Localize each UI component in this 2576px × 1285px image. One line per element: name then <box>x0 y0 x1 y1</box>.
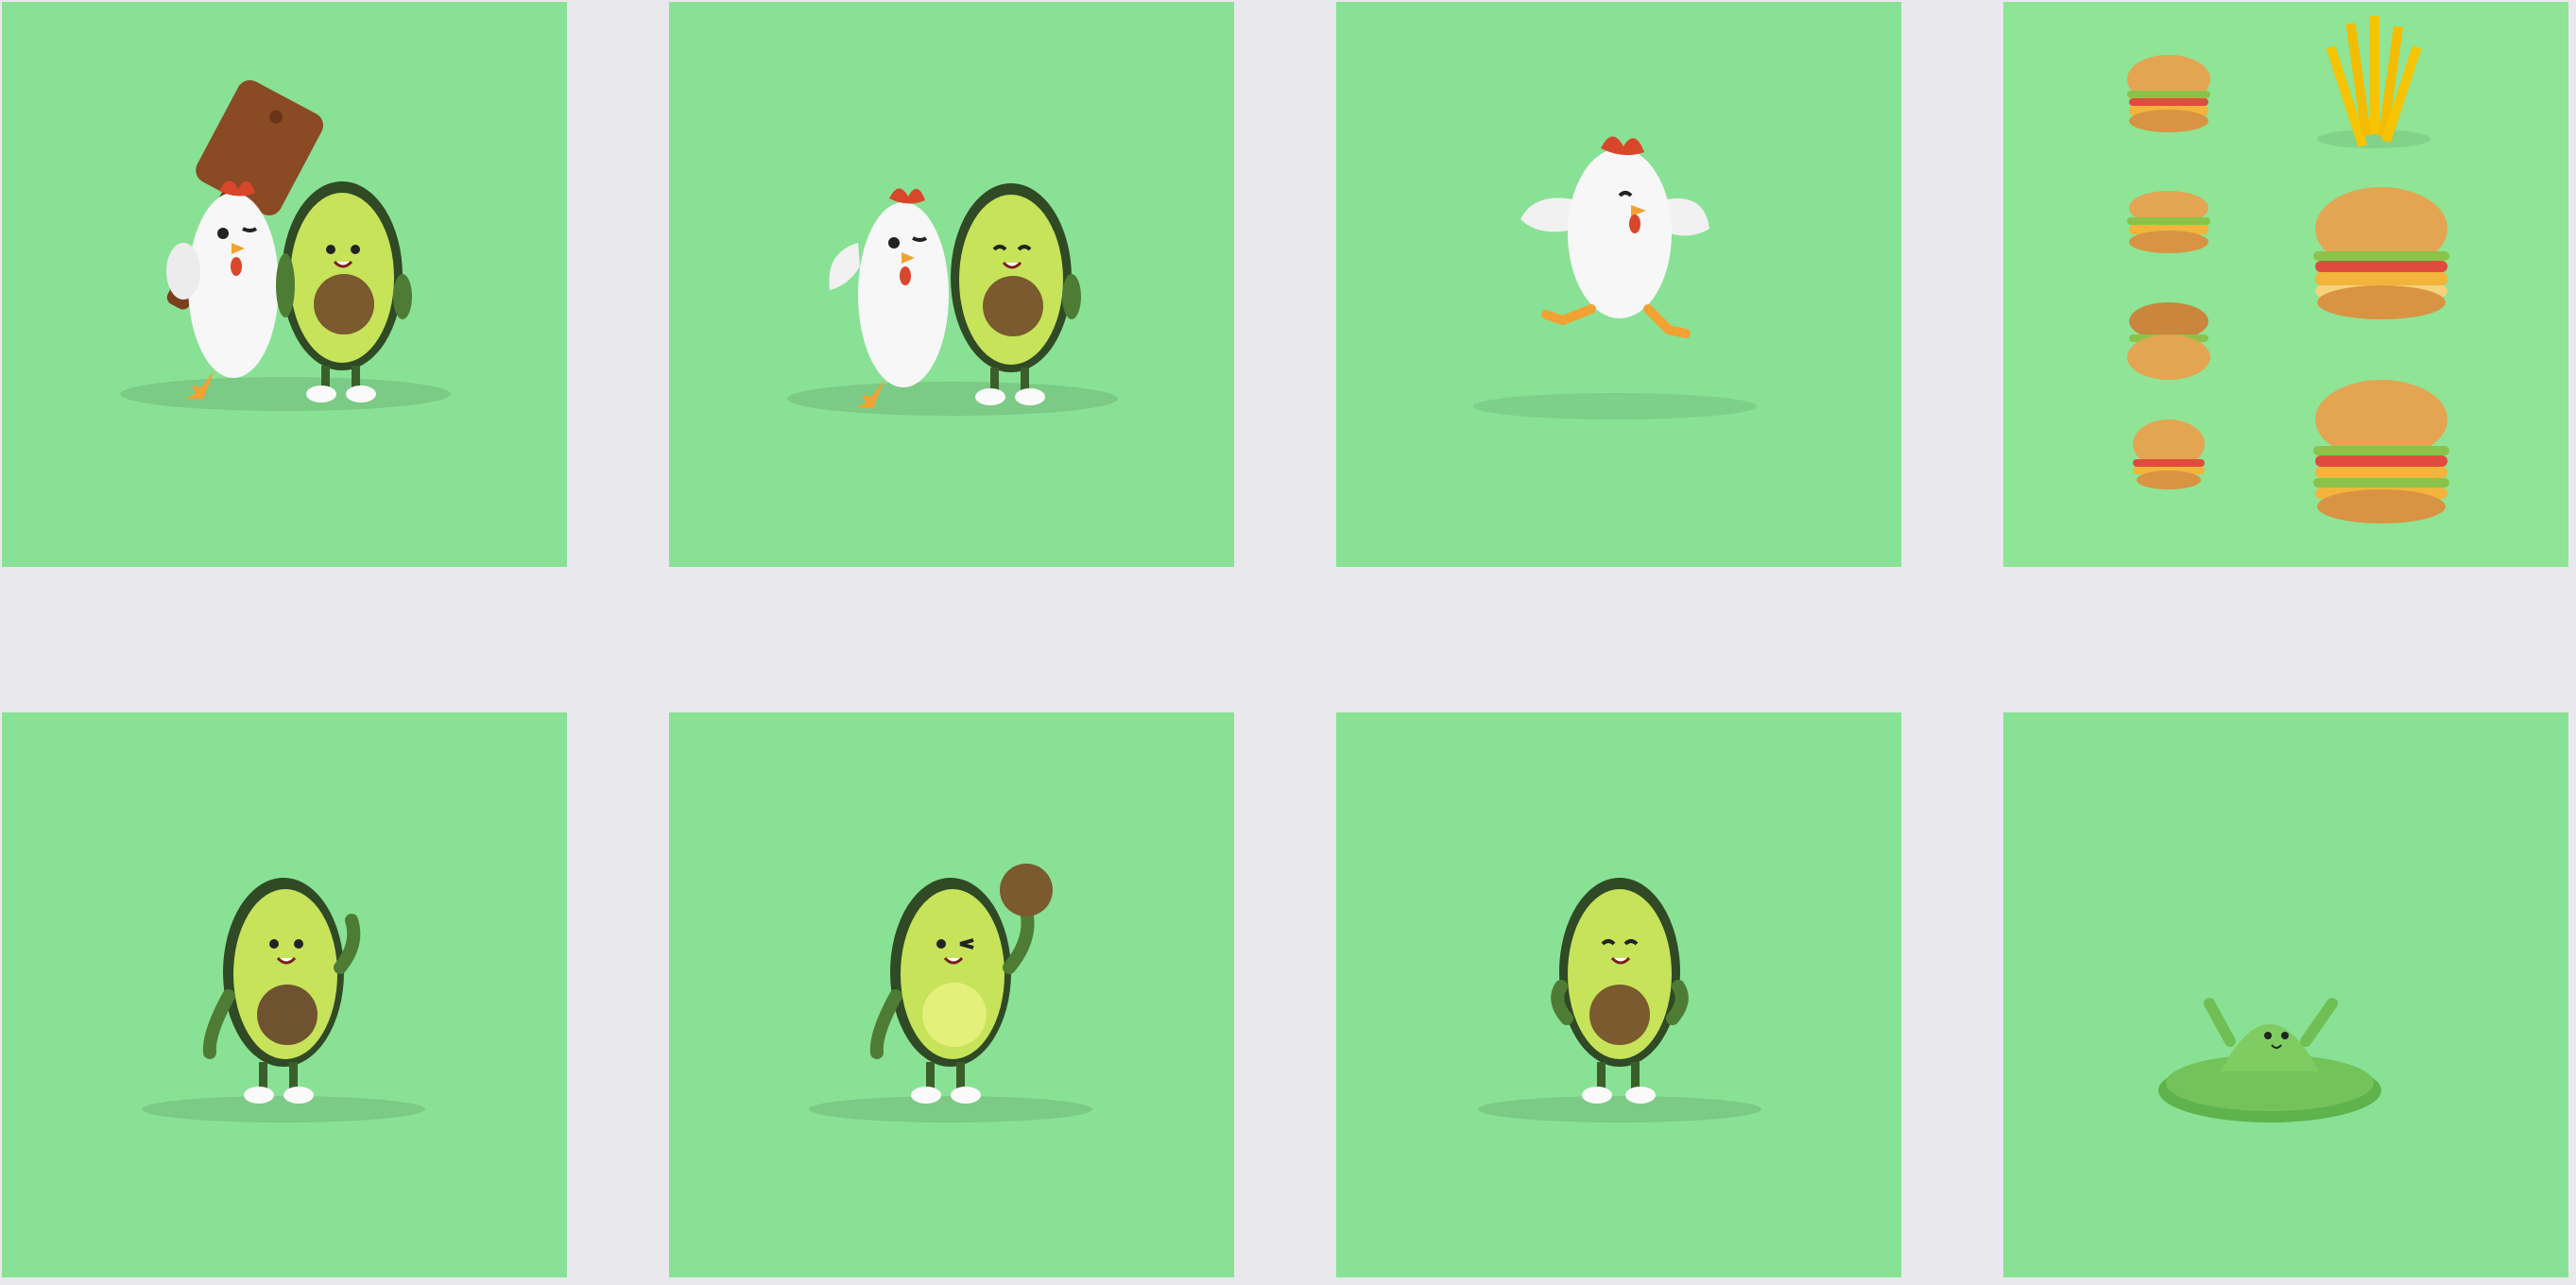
burgers-fries-illustration <box>2127 16 2449 523</box>
chicken-avocado-illustration <box>787 183 1118 416</box>
gallery-tile-avocado-waving[interactable] <box>2 712 567 1277</box>
gallery-tile-chicken-avocado-board[interactable] <box>2 2 567 567</box>
gallery-tile-chicken-jumping[interactable] <box>1336 2 1901 567</box>
gallery-tile-burgers-fries[interactable] <box>2003 2 2568 567</box>
image-gallery <box>0 0 2576 1285</box>
gallery-tile-avocado-melted[interactable] <box>2003 712 2568 1277</box>
avocado-hips-illustration <box>1478 878 1761 1122</box>
avocado-winking-illustration <box>809 864 1092 1122</box>
gallery-tile-chicken-avocado[interactable] <box>669 2 1234 567</box>
avocado-waving-illustration <box>142 878 425 1122</box>
avocado-melted-illustration <box>2158 998 2381 1122</box>
chicken-jumping-illustration <box>1473 136 1757 420</box>
gallery-tile-avocado-hips[interactable] <box>1336 712 1901 1277</box>
gallery-tile-avocado-winking[interactable] <box>669 712 1234 1277</box>
chicken-avocado-board-illustration <box>120 79 451 411</box>
